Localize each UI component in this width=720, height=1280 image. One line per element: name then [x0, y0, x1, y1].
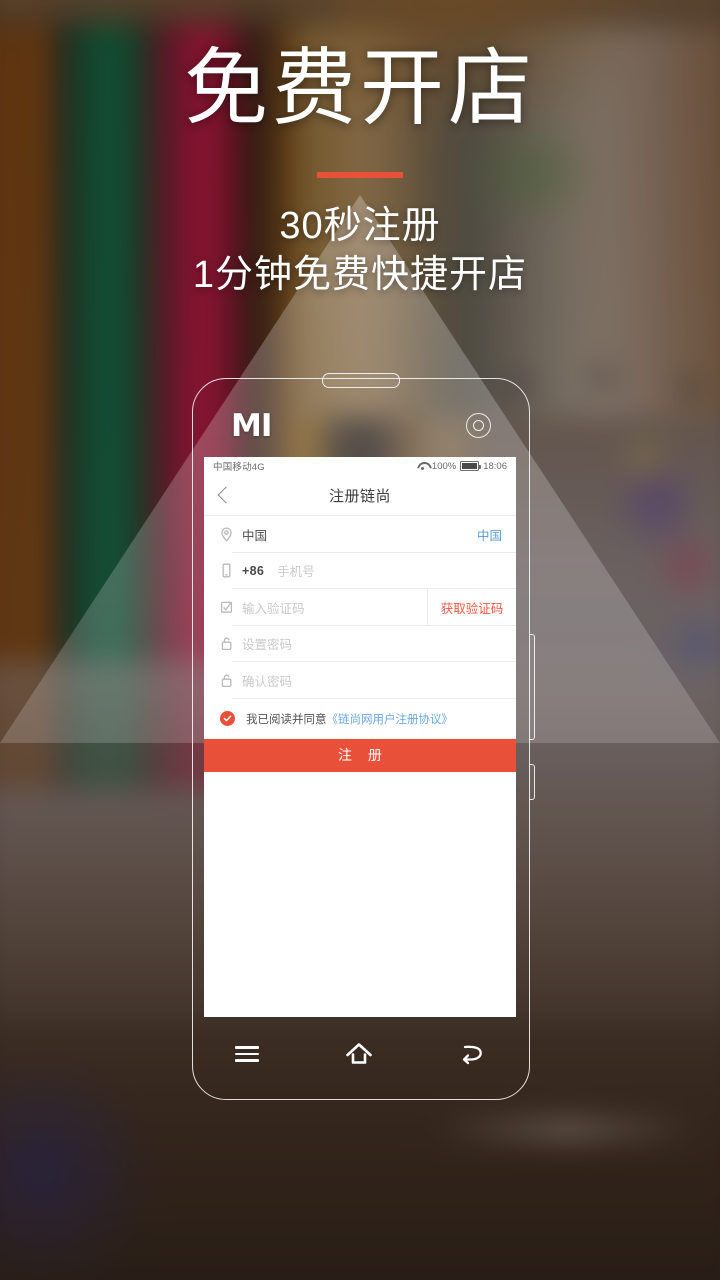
wifi-icon — [417, 462, 428, 471]
password-row[interactable]: 设置密码 — [204, 626, 516, 662]
register-form: 中国 中国 +86 手机号 输入验证码 获取验证码 设置密码 确认密码 我已阅读… — [204, 516, 516, 1009]
agreement-link[interactable]: 《链尚网用户注册协议》 — [327, 711, 454, 727]
verification-code-row[interactable]: 输入验证码 获取验证码 — [204, 589, 516, 626]
row-divider — [232, 697, 516, 699]
back-arrow-icon — [462, 1045, 482, 1065]
menu-key[interactable] — [235, 1046, 260, 1062]
android-nav-keys — [193, 1029, 529, 1079]
screen-empty-area — [204, 771, 516, 1009]
phone-row[interactable]: +86 手机号 — [204, 553, 516, 589]
speaker-grille-icon — [322, 373, 400, 388]
country-code-label: +86 — [242, 563, 265, 578]
mi-logo: MI — [231, 408, 272, 444]
verification-code-input[interactable]: 输入验证码 — [242, 598, 305, 617]
country-value: 中国 — [242, 528, 268, 543]
promo-headline-block: 免费开店 30秒注册 1分钟免费快捷开店 — [0, 46, 720, 299]
lock-icon — [220, 636, 242, 651]
country-link[interactable]: 中国 — [477, 525, 502, 544]
status-bar-right: 100% 18:06 — [417, 461, 507, 472]
check-circle-icon[interactable] — [220, 711, 235, 726]
country-row[interactable]: 中国 中国 — [204, 516, 516, 553]
page-title: 免费开店 — [183, 41, 536, 135]
checkbox-icon — [220, 600, 242, 615]
battery-icon — [460, 461, 482, 471]
password-input[interactable]: 设置密码 — [242, 634, 292, 653]
home-icon — [346, 1043, 372, 1064]
confirm-password-input[interactable]: 确认密码 — [242, 671, 292, 690]
agreement-text: 我已阅读并同意 — [246, 713, 327, 726]
phone-mockup: MI 中国移动4G 100% 18:06 注册链尚 中国 中国 +86 手机号 … — [192, 373, 535, 1100]
register-button[interactable]: 注 册 — [204, 738, 516, 772]
volume-button[interactable] — [528, 634, 535, 740]
mobile-phone-icon — [220, 563, 242, 578]
confirm-password-row[interactable]: 确认密码 — [204, 662, 516, 699]
location-pin-icon — [220, 527, 242, 542]
app-navbar: 注册链尚 — [204, 475, 516, 516]
lock-icon — [220, 673, 242, 688]
back-key[interactable] — [459, 1042, 487, 1066]
status-bar: 中国移动4G 100% 18:06 — [204, 457, 516, 475]
carrier-label: 中国移动4G — [213, 462, 265, 473]
agreement-row[interactable]: 我已阅读并同意 《链尚网用户注册协议》 — [204, 698, 516, 739]
phone-screen: 中国移动4G 100% 18:06 注册链尚 中国 中国 +86 手机号 输入验… — [204, 457, 516, 1017]
clock-label: 18:06 — [483, 460, 507, 472]
promo-poster: 免费开店 30秒注册 1分钟免费快捷开店 MI 中国移动4G 100% 18:0… — [0, 0, 720, 1280]
promo-subtitle-line1: 30秒注册 — [279, 205, 441, 247]
promo-subtitle: 30秒注册 1分钟免费快捷开店 — [0, 202, 720, 299]
battery-percent-label: 100% — [431, 460, 457, 472]
power-button[interactable] — [528, 764, 535, 800]
promo-subtitle-line2: 1分钟免费快捷开店 — [192, 253, 528, 296]
get-code-button[interactable]: 获取验证码 — [427, 589, 516, 626]
front-camera-icon — [466, 413, 491, 438]
hamburger-menu-icon — [235, 1046, 260, 1062]
title-divider — [317, 172, 403, 178]
navbar-title: 注册链尚 — [328, 487, 391, 505]
home-key[interactable] — [344, 1041, 374, 1067]
phone-input[interactable]: 手机号 — [277, 561, 315, 580]
